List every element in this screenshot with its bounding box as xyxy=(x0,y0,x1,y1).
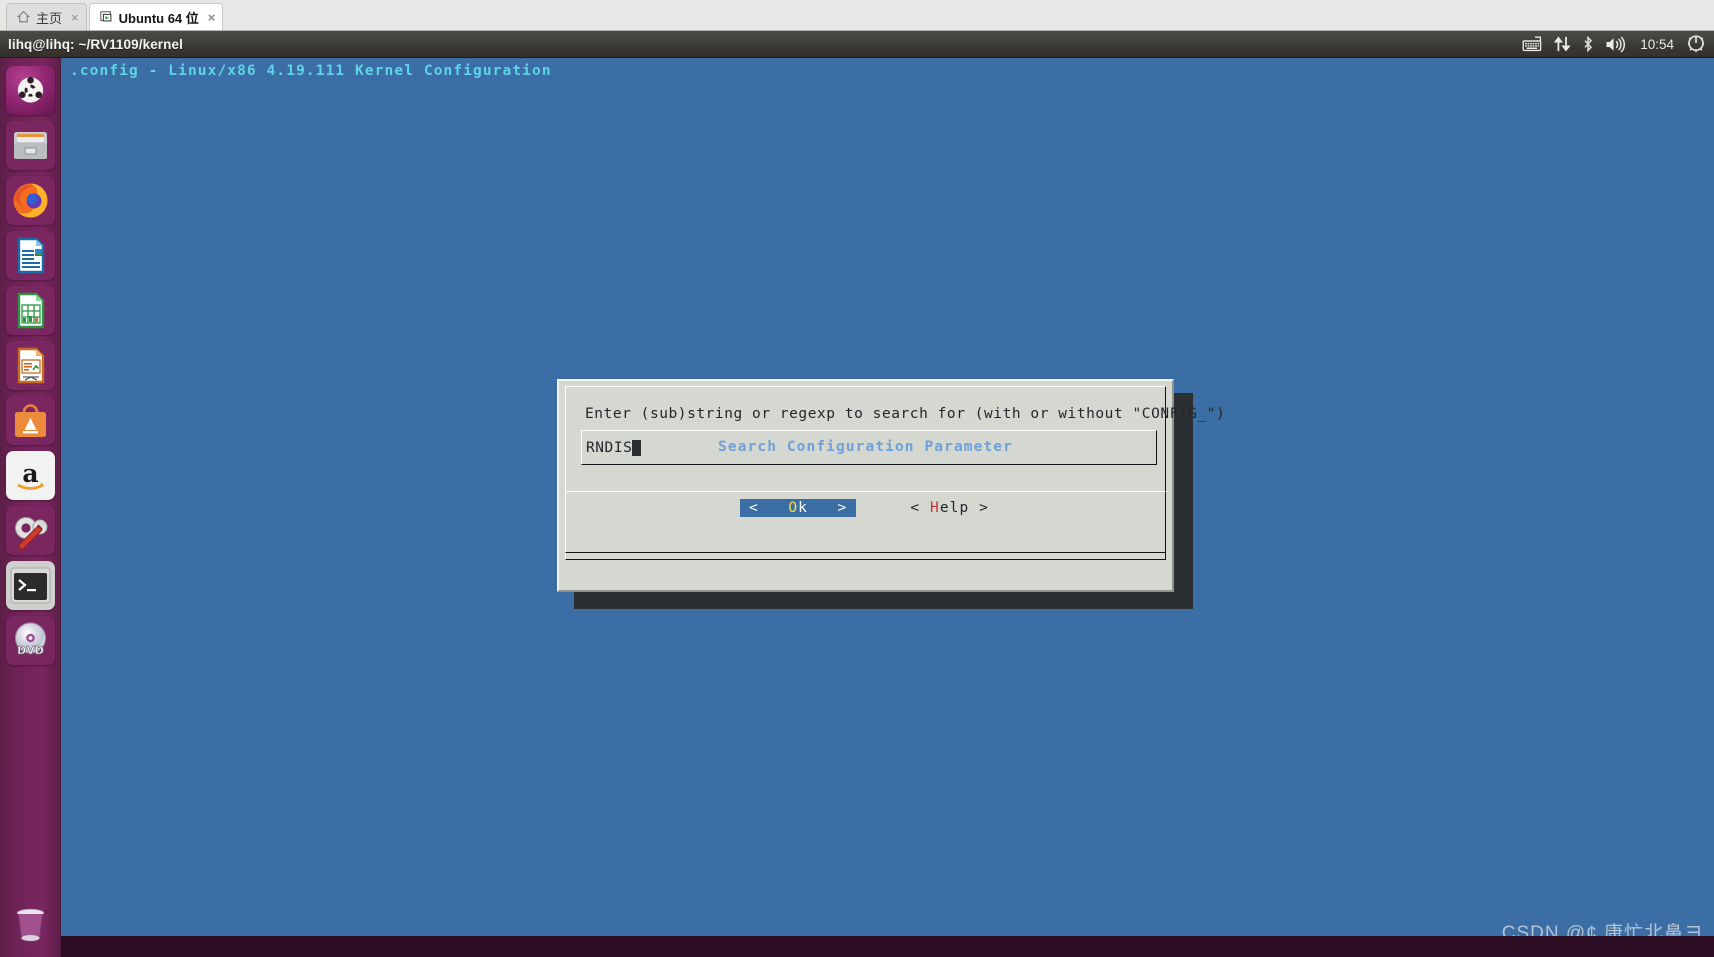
help-button-prefix: < xyxy=(910,500,930,516)
tab-home-close-icon[interactable]: × xyxy=(71,11,79,24)
tab-ubuntu-vm[interactable]: Ubuntu 64 位 × xyxy=(88,3,224,30)
launcher-item-ubuntu-dash-home[interactable] xyxy=(5,66,55,115)
power-gear-icon[interactable] xyxy=(1687,31,1705,57)
tab-home-label: 主页 xyxy=(36,10,63,26)
screenshot-root: 主页 × Ubuntu 64 位 × lihq@lihq: ~/RV1109/k… xyxy=(0,0,1714,957)
launcher-item-amazon[interactable]: a xyxy=(5,451,55,500)
help-button[interactable]: < Help > xyxy=(908,499,991,517)
dialog-button-row: < Ok > < Help > xyxy=(559,499,1172,517)
desktop-bottom-strip xyxy=(61,936,1714,957)
clock[interactable]: 10:54 xyxy=(1638,37,1676,52)
bluetooth-icon[interactable] xyxy=(1582,31,1594,57)
launcher-item-libreoffice-writer[interactable] xyxy=(5,231,55,280)
launcher-item-libreoffice-calc[interactable] xyxy=(5,286,55,335)
ok-button-rest: k xyxy=(798,500,808,516)
launcher-item-libreoffice-impress[interactable] xyxy=(5,341,55,390)
help-button-suffix: > xyxy=(969,500,990,516)
launcher-item-dvd-media[interactable]: DVD xyxy=(5,616,55,665)
menuconfig-terminal: .config - Linux/x86 4.19.111 Kernel Conf… xyxy=(61,58,1714,957)
dialog-title: Search Configuration Parameter xyxy=(718,439,1013,455)
network-updown-icon[interactable] xyxy=(1554,31,1571,57)
ok-button-prefix: < xyxy=(748,500,789,516)
search-configuration-dialog: Search Configuration Parameter Enter (su… xyxy=(557,379,1225,592)
virtual-machine-icon xyxy=(99,10,114,24)
launcher-item-files[interactable] xyxy=(5,121,55,170)
help-button-rest: elp xyxy=(939,500,970,516)
launcher-item-system-settings[interactable] xyxy=(5,506,55,555)
active-window-title: lihq@lihq: ~/RV1109/kernel xyxy=(8,36,183,52)
home-icon xyxy=(16,10,31,24)
svg-text:a: a xyxy=(22,459,38,488)
keyboard-icon[interactable] xyxy=(1522,31,1543,57)
vmware-tab-bar: 主页 × Ubuntu 64 位 × xyxy=(0,0,1714,31)
ubuntu-top-panel: lihq@lihq: ~/RV1109/kernel 10:54 xyxy=(0,31,1714,58)
ok-button-suffix: > xyxy=(808,500,848,516)
menuconfig-header-title: .config - Linux/x86 4.19.111 Kernel Conf… xyxy=(70,63,552,79)
ok-button-hotkey: O xyxy=(788,500,799,516)
tab-home[interactable]: 主页 × xyxy=(6,3,87,30)
launcher-item-trash[interactable] xyxy=(6,900,55,949)
tab-ubuntu-vm-close-icon[interactable]: × xyxy=(208,11,216,24)
dialog-prompt-text: Enter (sub)string or regexp to search fo… xyxy=(585,406,1226,422)
ok-button[interactable]: < Ok > xyxy=(739,499,857,517)
launcher-item-ubuntu-software[interactable] xyxy=(5,396,55,445)
volume-icon[interactable] xyxy=(1605,31,1627,57)
system-tray: 10:54 xyxy=(1522,31,1714,57)
launcher-item-firefox[interactable] xyxy=(5,176,55,225)
help-button-hotkey: H xyxy=(930,500,940,516)
launcher-item-terminal[interactable] xyxy=(5,561,55,610)
unity-launcher: a DVD xyxy=(0,58,61,957)
svg-text:DVD: DVD xyxy=(17,644,44,657)
tab-ubuntu-vm-label: Ubuntu 64 位 xyxy=(118,10,199,26)
